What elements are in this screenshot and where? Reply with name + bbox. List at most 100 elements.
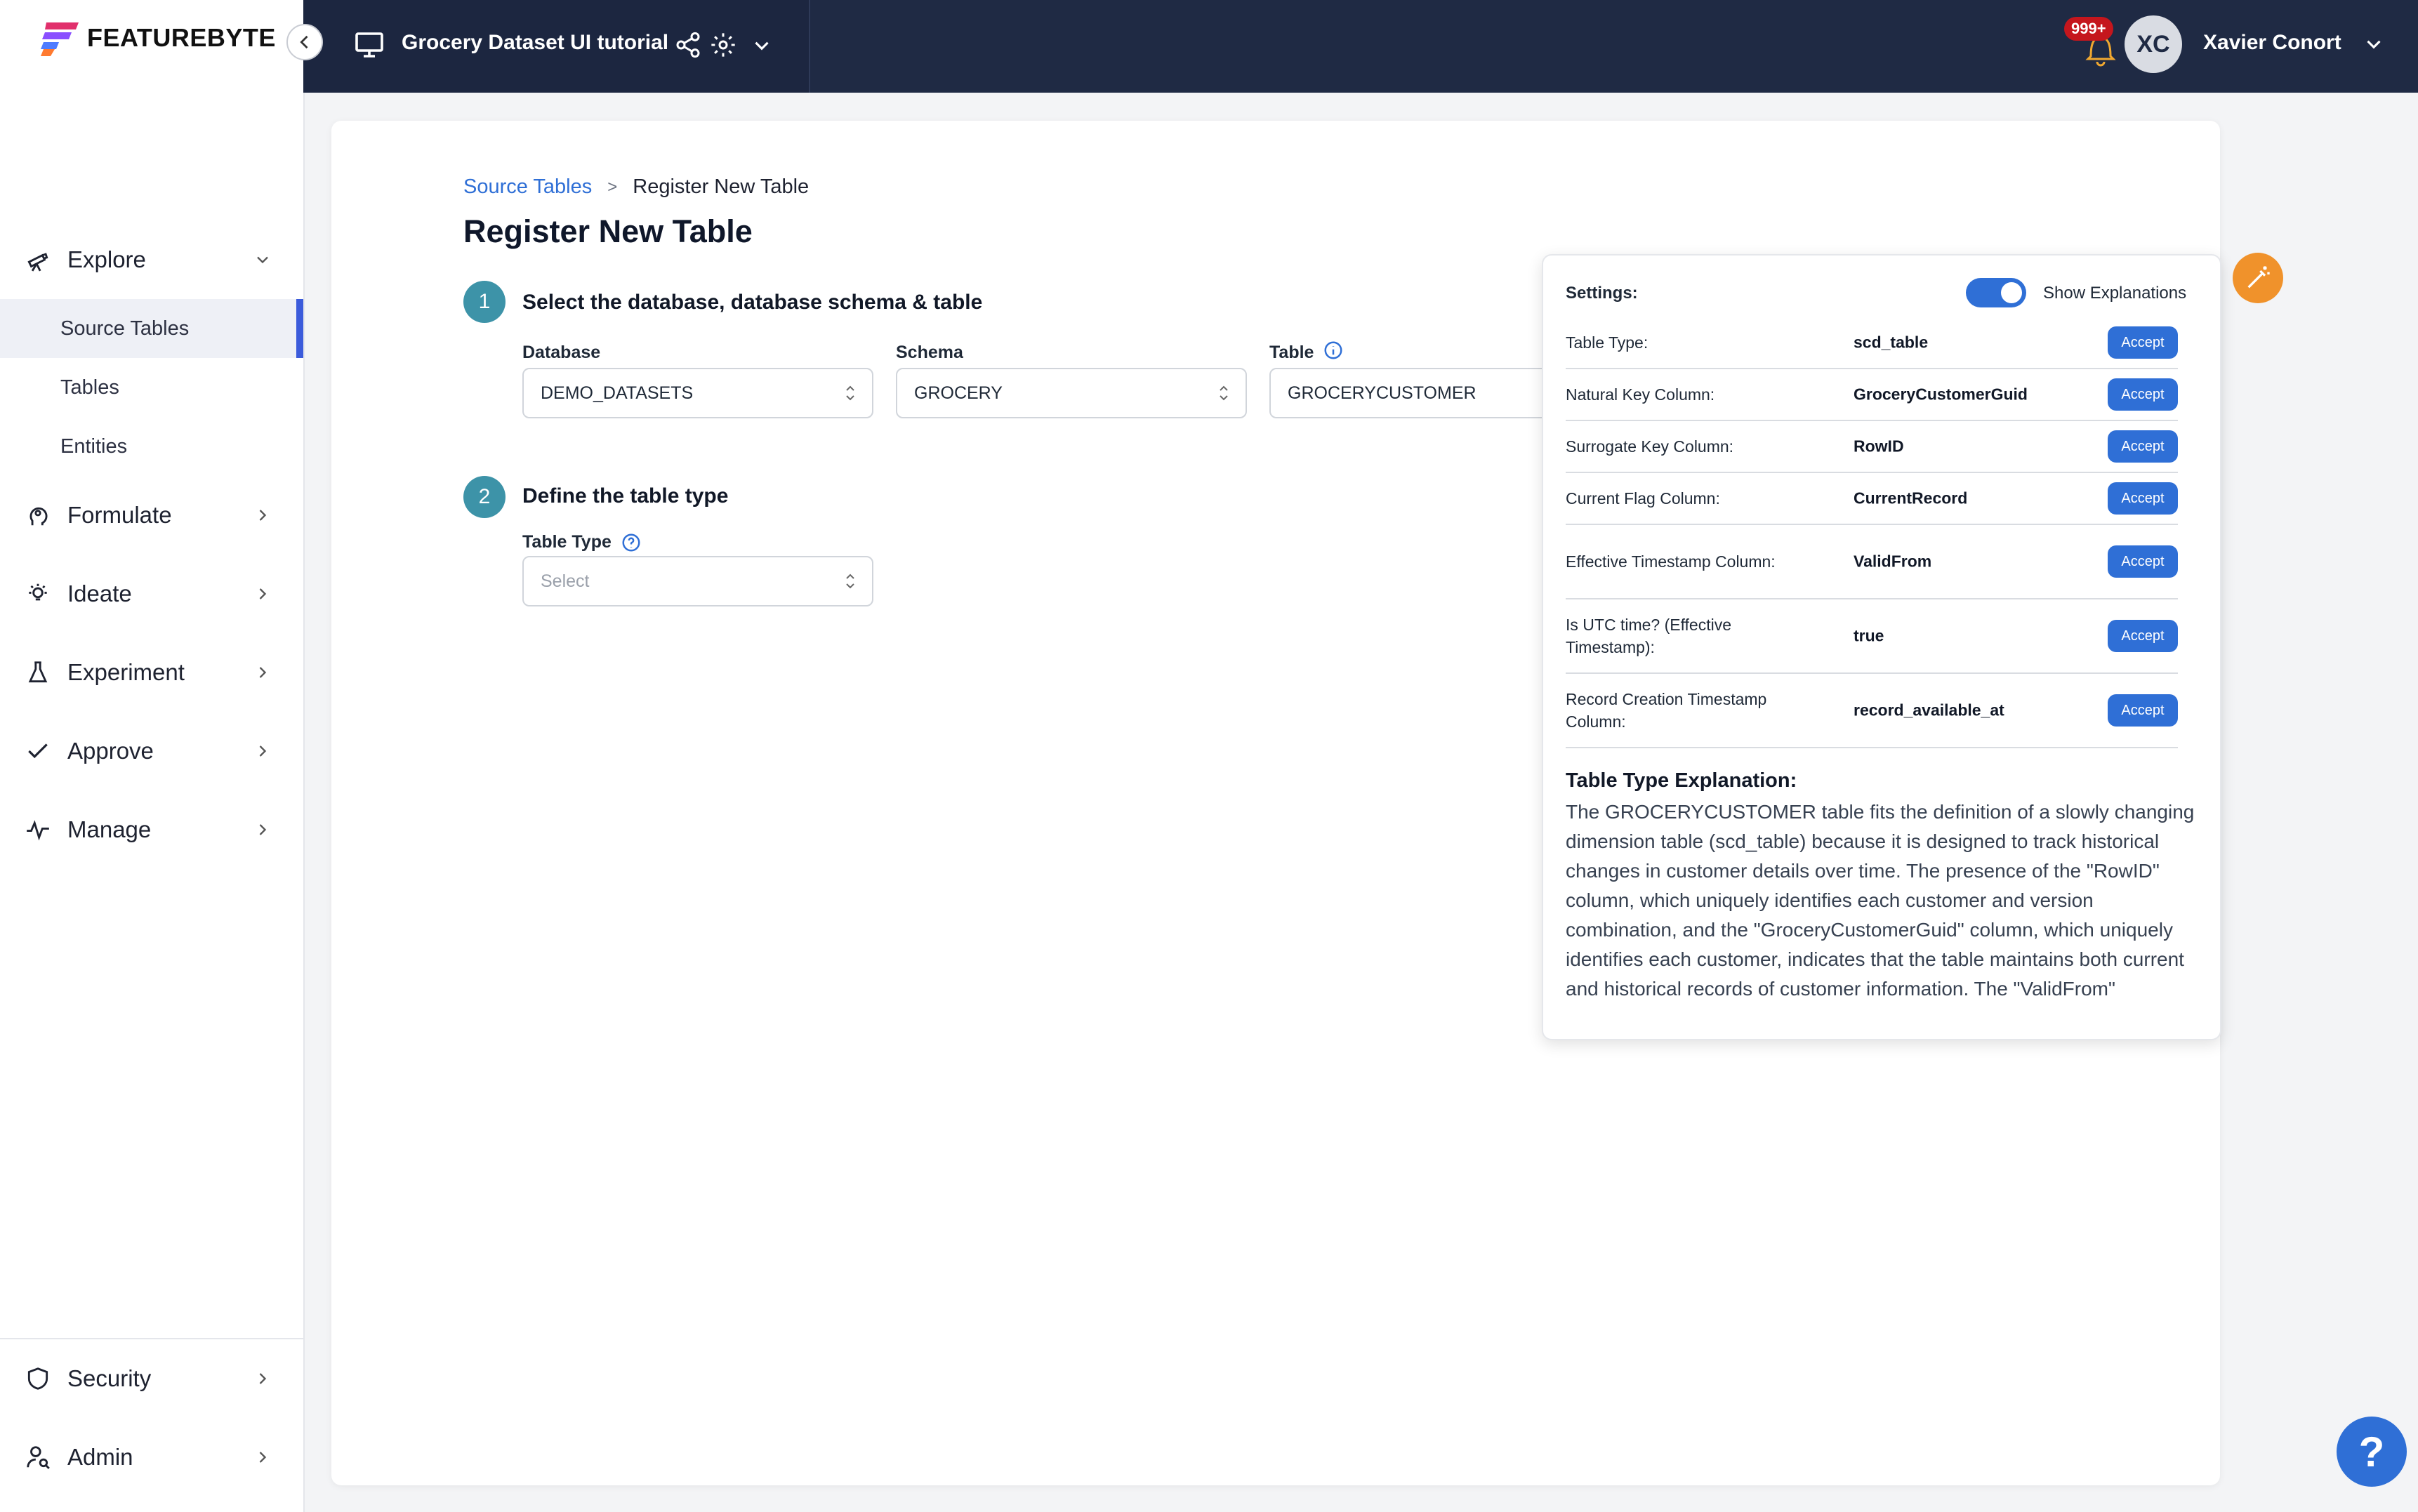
bottom-nav: Security Admin: [0, 1339, 303, 1497]
schema-select[interactable]: GROCERY: [896, 368, 1247, 418]
info-icon[interactable]: [1323, 340, 1344, 361]
suggestion-value: ValidFrom: [1854, 552, 1932, 571]
chevron-left-icon: [300, 35, 308, 49]
accept-button[interactable]: Accept: [2108, 545, 2178, 578]
nav-item-formulate[interactable]: Formulate: [0, 476, 303, 555]
nav-label-manage: Manage: [67, 816, 152, 842]
select-arrows-icon: [846, 385, 854, 401]
shield-icon: [24, 1365, 52, 1393]
accept-button[interactable]: Accept: [2108, 694, 2178, 727]
project-selector[interactable]: Grocery Dataset UI tutorial: [303, 0, 810, 93]
show-explanations-toggle[interactable]: [1966, 278, 2026, 307]
settings-label: Settings:: [1566, 284, 1638, 303]
chevron-right-icon: [259, 1373, 267, 1384]
table-label: Table: [1269, 343, 1314, 362]
page-title: Register New Table: [463, 213, 753, 249]
suggestion-key: Effective Timestamp Column:: [1566, 552, 1776, 571]
nav-item-ideate[interactable]: Ideate: [0, 555, 303, 633]
explanation-text: The GROCERYCUSTOMER table fits the defin…: [1566, 801, 2195, 1000]
chevron-right-icon: [259, 588, 267, 599]
nav-label-ideate: Ideate: [67, 581, 132, 606]
help-circle-icon[interactable]: [621, 532, 642, 553]
flask-icon: [24, 658, 52, 687]
sidebar-item-entities[interactable]: Entities: [0, 417, 303, 476]
table-value: GROCERYCUSTOMER: [1288, 383, 1476, 403]
sidebar-item-tables[interactable]: Tables: [0, 358, 303, 417]
nav-item-explore[interactable]: Explore: [0, 220, 303, 299]
help-button[interactable]: ?: [2337, 1417, 2407, 1487]
ai-suggestions-panel: Settings: Show Explanations Table Type: …: [1542, 254, 2221, 1040]
nav-item-admin[interactable]: Admin: [0, 1418, 303, 1497]
sidebar: FEATUREBYTE Explore Source Tables Tables…: [0, 0, 305, 1512]
suggestion-row: Natural Key Column: GroceryCustomerGuid …: [1566, 369, 2178, 421]
featurebyte-logo[interactable]: FEATUREBYTE: [41, 18, 276, 58]
avatar[interactable]: XC: [2125, 15, 2182, 73]
nav-item-approve[interactable]: Approve: [0, 712, 303, 790]
step-1-title: Select the database, database schema & t…: [522, 291, 983, 314]
explanation-title: Table Type Explanation:: [1566, 769, 1797, 792]
suggestion-rows: Table Type: scd_table Accept Natural Key…: [1566, 317, 2178, 748]
pulse-icon: [24, 816, 52, 844]
schema-label: Schema: [896, 343, 963, 362]
brand-name: FEATUREBYTE: [87, 23, 276, 52]
suggestion-row: Record Creation Timestamp Column: record…: [1566, 674, 2178, 748]
table-select[interactable]: GROCERYCUSTOMER: [1269, 368, 1564, 418]
sidebar-item-source-tables[interactable]: Source Tables: [0, 299, 303, 358]
breadcrumb-source-tables-link[interactable]: Source Tables: [463, 175, 592, 199]
suggestion-key: Surrogate Key Column:: [1566, 437, 1734, 456]
step-1-number: 1: [463, 281, 506, 323]
nav-label-approve: Approve: [67, 738, 154, 764]
nav-item-security[interactable]: Security: [0, 1339, 303, 1418]
suggestion-key: Is UTC time? (Effective Timestamp):: [1566, 616, 1732, 656]
select-arrows-icon: [1220, 385, 1228, 401]
suggestion-value: true: [1854, 626, 1884, 645]
gear-icon[interactable]: [709, 31, 737, 59]
nav-label-explore: Explore: [67, 246, 146, 272]
suggestion-key: Record Creation Timestamp Column:: [1566, 690, 1767, 731]
breadcrumb-separator: >: [607, 177, 618, 197]
suggestion-value: record_available_at: [1854, 701, 2004, 719]
main-nav: Explore Source Tables Tables Entities Fo…: [0, 220, 303, 869]
chevron-down-icon: [257, 256, 268, 264]
share-icon[interactable]: [674, 31, 702, 59]
suggestion-key: Table Type:: [1566, 333, 1649, 352]
suggestion-value: GroceryCustomerGuid: [1854, 385, 2028, 404]
user-name[interactable]: Xavier Conort: [2203, 31, 2341, 55]
database-value: DEMO_DATASETS: [541, 383, 694, 403]
accept-button[interactable]: Accept: [2108, 326, 2178, 359]
chevron-right-icon: [259, 510, 267, 521]
project-title: Grocery Dataset UI tutorial: [402, 31, 669, 54]
nav-item-manage[interactable]: Manage: [0, 790, 303, 869]
suggestion-key: Current Flag Column:: [1566, 489, 1720, 508]
suggestion-row: Is UTC time? (Effective Timestamp): true…: [1566, 599, 2178, 674]
nav-label-security: Security: [67, 1365, 152, 1391]
accept-button[interactable]: Accept: [2108, 620, 2178, 652]
collapse-sidebar-button[interactable]: [286, 24, 323, 60]
featurebyte-logo-icon: [41, 22, 79, 56]
select-arrows-icon: [846, 573, 854, 589]
suggestion-row: Current Flag Column: CurrentRecord Accep…: [1566, 473, 2178, 525]
user-menu-chevron-icon[interactable]: [2362, 32, 2386, 56]
step-2-title: Define the table type: [522, 484, 729, 508]
ai-assist-button[interactable]: [2233, 253, 2283, 303]
nav-label-admin: Admin: [67, 1444, 133, 1470]
chevron-right-icon: [259, 745, 267, 757]
telescope-icon: [24, 246, 52, 274]
accept-button[interactable]: Accept: [2108, 378, 2178, 411]
suggestion-row: Table Type: scd_table Accept: [1566, 317, 2178, 369]
nav-item-experiment[interactable]: Experiment: [0, 633, 303, 712]
chevron-down-icon[interactable]: [750, 34, 774, 58]
table-type-select[interactable]: Select: [522, 556, 873, 606]
table-type-label: Table Type: [522, 532, 612, 552]
nav-label-formulate: Formulate: [67, 502, 172, 528]
chevron-right-icon: [259, 824, 267, 835]
suggestion-row: Surrogate Key Column: RowID Accept: [1566, 421, 2178, 473]
step-2-number: 2: [463, 476, 506, 518]
nav-label-experiment: Experiment: [67, 659, 185, 685]
database-select[interactable]: DEMO_DATASETS: [522, 368, 873, 418]
accept-button[interactable]: Accept: [2108, 430, 2178, 463]
accept-button[interactable]: Accept: [2108, 482, 2178, 515]
database-label: Database: [522, 343, 601, 362]
schema-value: GROCERY: [914, 383, 1003, 403]
head-icon: [24, 501, 52, 529]
